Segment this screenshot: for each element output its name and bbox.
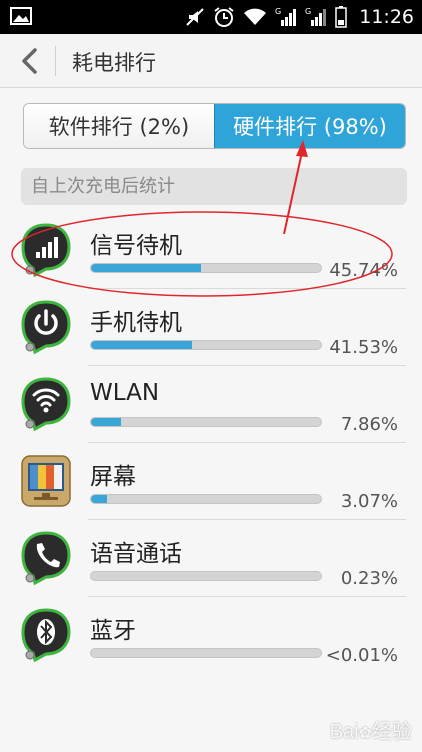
page-title: 耗电排行: [72, 51, 156, 75]
signal-icon: [21, 223, 71, 278]
usage-bar: [90, 417, 322, 427]
signal-icon: G: [305, 7, 327, 26]
item-name: 手机待机: [90, 310, 182, 336]
tab-hardware-ranking[interactable]: 硬件排行 (98%): [214, 104, 405, 148]
usage-percent: 0.23%: [340, 568, 398, 589]
bluetooth-icon: [21, 608, 71, 663]
usage-bar: [90, 571, 322, 581]
ranking-tab-switcher: 软件排行 (2%) 硬件排行 (98%): [23, 103, 406, 149]
screen-icon: [21, 455, 71, 507]
usage-bar: [90, 494, 322, 504]
item-name: 语音通话: [90, 541, 182, 567]
image-icon: [10, 7, 32, 25]
list-item-screen[interactable]: 屏幕 3.07%: [0, 443, 422, 520]
status-bar: G G 11:26: [0, 0, 422, 34]
usage-percent: 41.53%: [329, 337, 398, 358]
header-divider: [55, 46, 56, 76]
action-bar: 耗电排行: [0, 34, 422, 88]
alarm-icon: [214, 7, 234, 27]
usage-bar-fill: [91, 264, 202, 272]
item-name: 屏幕: [90, 464, 136, 490]
signal-icon: G: [275, 7, 297, 26]
usage-bar: [90, 340, 322, 350]
usage-bar-fill: [91, 418, 121, 426]
svg-text:G: G: [305, 7, 311, 16]
item-name: 信号待机: [90, 233, 182, 259]
usage-percent: 45.74%: [329, 260, 398, 281]
usage-bar: [90, 263, 322, 273]
usage-percent: <0.01%: [325, 645, 398, 666]
item-name: 蓝牙: [90, 618, 136, 644]
usage-bar: [90, 648, 322, 658]
power-icon: [21, 300, 71, 355]
list-item-wlan[interactable]: WLAN 7.86%: [0, 366, 422, 443]
list-item-signal-standby[interactable]: 信号待机 45.74%: [0, 212, 422, 289]
clock: 11:26: [359, 6, 414, 28]
list-item-bluetooth[interactable]: 蓝牙 <0.01%: [0, 597, 422, 674]
wifi-icon: [21, 377, 71, 432]
list-item-phone-standby[interactable]: 手机待机 41.53%: [0, 289, 422, 366]
usage-bar-fill: [91, 495, 108, 503]
phone-icon: [21, 531, 71, 586]
back-arrow-icon[interactable]: [18, 47, 40, 75]
wifi-icon: [244, 8, 267, 25]
svg-text:G: G: [275, 7, 281, 16]
usage-percent: 3.07%: [340, 491, 398, 512]
list-item-voice-call[interactable]: 语音通话 0.23%: [0, 520, 422, 597]
battery-icon: [335, 6, 347, 28]
power-usage-list: 信号待机 45.74% 手机待机 41.53% WLAN 7.86% 屏幕 3.…: [0, 212, 422, 674]
item-name: WLAN: [90, 380, 160, 406]
usage-bar-fill: [91, 341, 193, 349]
mute-icon: [186, 8, 204, 26]
section-header: 自上次充电后统计: [21, 168, 407, 205]
tab-software-ranking[interactable]: 软件排行 (2%): [24, 104, 214, 148]
watermark: Bai✿经验: [329, 721, 412, 743]
usage-percent: 7.86%: [340, 414, 398, 435]
